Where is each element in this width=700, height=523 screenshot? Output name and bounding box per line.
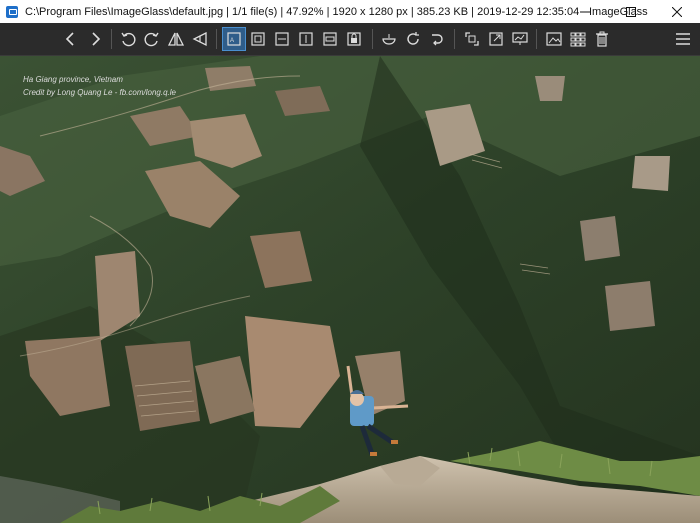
thumbnail-grid-button[interactable]: [566, 27, 590, 51]
minimize-button[interactable]: [562, 0, 608, 23]
fullscreen-icon: [465, 32, 479, 46]
photo-author-caption: Credit by Long Quang Le - fb.com/long.q.…: [23, 88, 176, 97]
scale-height-button[interactable]: [294, 27, 318, 51]
title-bar: C:\Program Files\ImageGlass\default.jpg …: [0, 0, 700, 23]
flip-horizontal-button[interactable]: [164, 27, 188, 51]
auto-zoom-icon: A: [227, 32, 241, 46]
close-button[interactable]: [654, 0, 700, 23]
rotate-right-icon: [144, 32, 159, 47]
scale-to-fit-icon: [323, 32, 337, 46]
trash-icon: [596, 31, 608, 47]
maximize-icon: [626, 6, 636, 17]
toolbar: A: [0, 23, 700, 56]
previous-image-button[interactable]: [59, 27, 83, 51]
svg-text:A: A: [230, 38, 234, 44]
slideshow-icon: [512, 32, 528, 45]
image-icon: [546, 32, 562, 46]
refresh-button[interactable]: [401, 27, 425, 51]
image-preview-button[interactable]: [542, 27, 566, 51]
redo-arrow-icon: [432, 34, 443, 46]
photo-credit: Ha Giang province, Vietnam Credit by Lon…: [23, 73, 176, 99]
rotate-left-icon: [121, 32, 136, 47]
chevron-right-icon: [92, 32, 101, 46]
fill-button[interactable]: [342, 27, 366, 51]
lock-icon: [347, 32, 361, 46]
main-menu-button[interactable]: [671, 27, 695, 51]
go-to-button[interactable]: [425, 27, 449, 51]
lock-zoom-button[interactable]: [246, 27, 270, 51]
window-title: C:\Program Files\ImageGlass\default.jpg …: [25, 5, 648, 18]
slideshow-button[interactable]: [508, 27, 532, 51]
rotate-left-button[interactable]: [116, 27, 140, 51]
lock-zoom-icon: [251, 32, 265, 46]
scale-to-fit-button[interactable]: [318, 27, 342, 51]
frameless-button[interactable]: [484, 27, 508, 51]
bowl-icon: [382, 34, 396, 45]
scale-width-icon: [275, 32, 289, 46]
imageglass-app-icon[interactable]: [6, 5, 18, 18]
chevron-left-icon: [65, 32, 74, 46]
delete-button[interactable]: [590, 27, 614, 51]
photo-location-caption: Ha Giang province, Vietnam: [23, 75, 123, 84]
hamburger-menu-icon: [676, 33, 690, 45]
close-icon: [672, 6, 682, 17]
flip-vertical-icon: [192, 31, 207, 47]
scale-width-button[interactable]: [270, 27, 294, 51]
auto-zoom-button[interactable]: A: [222, 27, 246, 51]
maximize-button[interactable]: [608, 0, 654, 23]
window-controls: [562, 0, 700, 23]
expand-icon: [489, 32, 503, 46]
image-viewer[interactable]: Ha Giang province, Vietnam Credit by Lon…: [0, 56, 700, 523]
scale-height-icon: [299, 32, 313, 46]
rotate-right-button[interactable]: [140, 27, 164, 51]
landscape-photo: [0, 56, 700, 523]
flip-horizontal-icon: [167, 32, 185, 46]
refresh-icon: [407, 32, 419, 45]
next-image-button[interactable]: [83, 27, 107, 51]
flip-vertical-button[interactable]: [188, 27, 212, 51]
fullscreen-button[interactable]: [460, 27, 484, 51]
minimize-icon: [580, 11, 590, 12]
color-picker-button[interactable]: [377, 27, 401, 51]
grid-icon: [570, 32, 586, 47]
